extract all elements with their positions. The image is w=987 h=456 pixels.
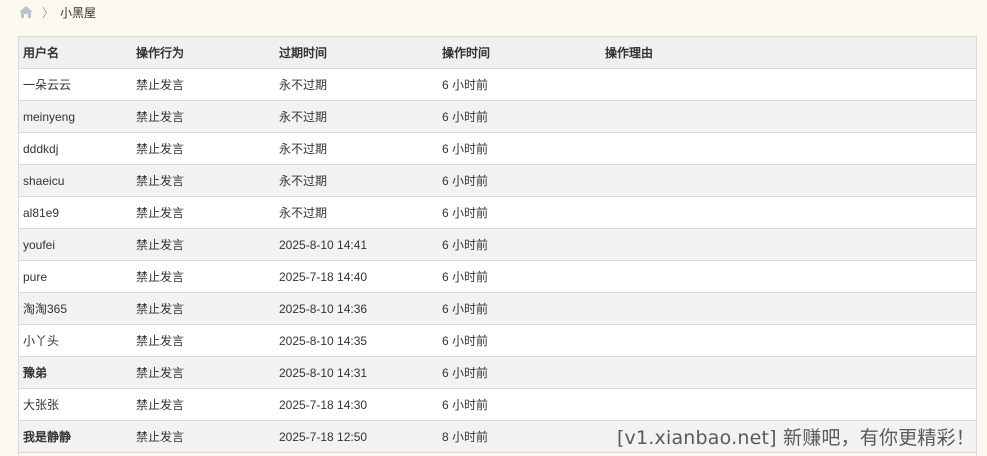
table-row: al81e9 禁止发言 永不过期 6 小时前 — [19, 196, 976, 229]
cell-action: 禁止发言 — [132, 68, 275, 101]
cell-username[interactable]: youfei — [19, 228, 132, 261]
cell-username[interactable]: 我是静静 — [19, 420, 132, 453]
cell-action: 禁止发言 — [132, 164, 275, 197]
cell-action: 禁止发言 — [132, 100, 275, 133]
table-row: pure 禁止发言 2025-7-18 14:40 6 小时前 — [19, 260, 976, 293]
cell-operation-time: 6 小时前 — [438, 228, 601, 261]
blacklist-table-container: 用户名 操作行为 过期时间 操作时间 操作理由 一朵云云 禁止发言 永不过期 6… — [18, 36, 977, 456]
cell-action: 禁止发言 — [132, 356, 275, 389]
table-row: youfei 禁止发言 2025-8-10 14:41 6 小时前 — [19, 228, 976, 261]
cell-username[interactable]: dddkdj — [19, 132, 132, 165]
cell-expire-time: 2025-8-10 14:41 — [275, 228, 438, 261]
cell-expire-time: 2025-7-18 14:40 — [275, 260, 438, 293]
cell-username[interactable]: shaeicu — [19, 164, 132, 197]
page: 〉 小黑屋 用户名 操作行为 过期时间 操作时间 操作理由 一朵云云 禁止发言 — [0, 0, 987, 456]
cell-action: 禁止发言 — [132, 260, 275, 293]
cell-operation-time: 6 小时前 — [438, 388, 601, 421]
table-row: shaeicu 禁止发言 永不过期 6 小时前 — [19, 164, 976, 197]
header-expire-time: 过期时间 — [275, 37, 438, 69]
cell-operation-time: 6 小时前 — [438, 292, 601, 325]
table-header-row: 用户名 操作行为 过期时间 操作时间 操作理由 — [19, 37, 976, 69]
cell-username[interactable]: 淘淘365 — [19, 292, 132, 325]
table-row: 豫弟 禁止发言 2025-8-10 14:31 6 小时前 — [19, 356, 976, 389]
table-row: 一朵云云 禁止发言 永不过期 6 小时前 — [19, 68, 976, 101]
cell-expire-time: 永不过期 — [275, 100, 438, 133]
cell-reason — [601, 132, 976, 165]
cell-username[interactable]: pure — [19, 260, 132, 293]
cell-operation-time: 6 小时前 — [438, 324, 601, 357]
cell-expire-time: 2025-7-18 12:50 — [275, 420, 438, 453]
cell-action: 禁止发言 — [132, 388, 275, 421]
cell-operation-time: 6 小时前 — [438, 68, 601, 101]
cell-reason — [601, 196, 976, 229]
cell-username[interactable]: 大张张 — [19, 388, 132, 421]
cell-reason — [601, 100, 976, 133]
cell-action: 禁止发言 — [132, 196, 275, 229]
header-username: 用户名 — [19, 37, 132, 69]
cell-expire-time: 2025-8-10 14:36 — [275, 292, 438, 325]
cell-reason — [601, 228, 976, 261]
table-row: meinyeng 禁止发言 永不过期 6 小时前 — [19, 100, 976, 133]
table-row: dddkdj 禁止发言 永不过期 6 小时前 — [19, 132, 976, 165]
cell-username[interactable]: 豫弟 — [19, 356, 132, 389]
cell-action: 禁止发言 — [132, 420, 275, 453]
cell-reason — [601, 292, 976, 325]
cell-reason — [601, 260, 976, 293]
breadcrumb-separator: 〉 — [42, 5, 55, 20]
cell-expire-time: 永不过期 — [275, 132, 438, 165]
cell-action: 禁止发言 — [132, 324, 275, 357]
cell-reason — [601, 356, 976, 389]
cell-operation-time: 6 小时前 — [438, 100, 601, 133]
cell-reason — [601, 388, 976, 421]
watermark-text: [v1.xianbao.net] 新赚吧，有你更精彩！ — [616, 427, 975, 449]
breadcrumb-current[interactable]: 小黑屋 — [60, 4, 96, 21]
cell-expire-time: 永不过期 — [275, 68, 438, 101]
cell-operation-time: 6 小时前 — [438, 260, 601, 293]
cell-action: 禁止发言 — [132, 132, 275, 165]
cell-operation-time: 6 小时前 — [438, 132, 601, 165]
cell-expire-time: 永不过期 — [275, 164, 438, 197]
cell-expire-time: 永不过期 — [275, 196, 438, 229]
header-action: 操作行为 — [132, 37, 275, 69]
cell-reason — [601, 324, 976, 357]
cell-action: 禁止发言 — [132, 292, 275, 325]
cell-action: 禁止发言 — [132, 228, 275, 261]
cell-username[interactable]: 一朵云云 — [19, 68, 132, 101]
cell-expire-time: 2025-8-10 14:35 — [275, 324, 438, 357]
cell-reason — [601, 164, 976, 197]
breadcrumb: 〉 小黑屋 — [18, 4, 96, 20]
header-operation-time: 操作时间 — [438, 37, 601, 69]
cell-operation-time: 6 小时前 — [438, 164, 601, 197]
home-icon[interactable] — [18, 5, 34, 19]
header-reason: 操作理由 — [601, 37, 976, 69]
table-row: 大张张 禁止发言 2025-7-18 14:30 6 小时前 — [19, 388, 976, 421]
cell-operation-time: 8 小时前 — [438, 420, 601, 453]
cell-username[interactable]: al81e9 — [19, 196, 132, 229]
cell-operation-time: 6 小时前 — [438, 196, 601, 229]
cell-expire-time: 2025-8-10 14:31 — [275, 356, 438, 389]
cell-operation-time: 6 小时前 — [438, 356, 601, 389]
blacklist-table: 用户名 操作行为 过期时间 操作时间 操作理由 一朵云云 禁止发言 永不过期 6… — [19, 37, 976, 453]
cell-username[interactable]: 小丫头 — [19, 324, 132, 357]
table-row: 小丫头 禁止发言 2025-8-10 14:35 6 小时前 — [19, 324, 976, 357]
cell-expire-time: 2025-7-18 14:30 — [275, 388, 438, 421]
cell-reason — [601, 68, 976, 101]
cell-username[interactable]: meinyeng — [19, 100, 132, 133]
table-row: 淘淘365 禁止发言 2025-8-10 14:36 6 小时前 — [19, 292, 976, 325]
